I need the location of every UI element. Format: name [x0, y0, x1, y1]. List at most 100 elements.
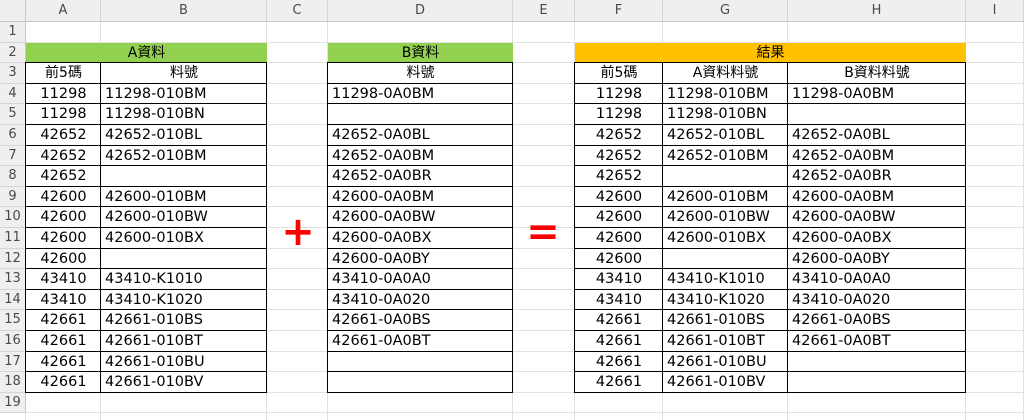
column-header-c[interactable]: C: [267, 0, 328, 22]
row-header-19[interactable]: 19: [0, 392, 26, 414]
tableResult-data-cell[interactable]: 43410: [575, 269, 663, 290]
tableResult-data-cell[interactable]: 42652-0A0BL: [788, 125, 966, 146]
tableResult-data-cell[interactable]: 42661-0A0BS: [788, 310, 966, 331]
tableResult-data-cell[interactable]: 42661-010BV: [663, 372, 788, 393]
column-header-e[interactable]: E: [513, 0, 575, 22]
tableB-data-cell[interactable]: 42600-0A0BX: [328, 228, 513, 249]
tableA-data-cell[interactable]: 43410-K1010: [101, 269, 267, 290]
tableB-data-cell[interactable]: [328, 352, 513, 373]
tableResult-data-cell[interactable]: [788, 372, 966, 393]
tableResult-data-cell[interactable]: 43410-0A0A0: [788, 269, 966, 290]
tableResult-data-cell[interactable]: [663, 249, 788, 270]
tableA-data-cell[interactable]: 43410-K1020: [101, 290, 267, 311]
row-header-11[interactable]: 11: [0, 228, 26, 249]
tableResult-data-cell[interactable]: 42600: [575, 187, 663, 208]
tableA-data-cell[interactable]: 42652: [26, 125, 101, 146]
column-header-f[interactable]: F: [575, 0, 663, 22]
tableResult-data-cell[interactable]: [788, 352, 966, 373]
tableResult-data-cell[interactable]: [788, 104, 966, 125]
tableB-data-cell[interactable]: 43410-0A0A0: [328, 269, 513, 290]
tableResult-data-cell[interactable]: 42600: [575, 207, 663, 228]
tableA-data-cell[interactable]: 42652-010BM: [101, 146, 267, 167]
tableA-data-cell[interactable]: 42600: [26, 207, 101, 228]
tableResult-data-cell[interactable]: 42600-010BX: [663, 228, 788, 249]
tableResult-data-cell[interactable]: 11298: [575, 104, 663, 125]
tableResult-data-cell[interactable]: 42661: [575, 372, 663, 393]
column-header-d[interactable]: D: [328, 0, 513, 22]
tableResult-data-cell[interactable]: 42661-010BU: [663, 352, 788, 373]
tableResult-data-cell[interactable]: 42652-010BL: [663, 125, 788, 146]
row-header-14[interactable]: 14: [0, 289, 26, 311]
tableResult-data-cell[interactable]: 42600-0A0BX: [788, 228, 966, 249]
tableA-data-cell[interactable]: 42661: [26, 310, 101, 331]
tableB-data-cell[interactable]: 42600-0A0BW: [328, 207, 513, 228]
row-header-12[interactable]: 12: [0, 248, 26, 270]
tableResult-data-cell[interactable]: 42652-0A0BR: [788, 166, 966, 187]
select-all-corner[interactable]: [0, 0, 26, 22]
tableResult-data-cell[interactable]: 11298: [575, 84, 663, 105]
tableB-data-cell[interactable]: 42661-0A0BS: [328, 310, 513, 331]
tableA-data-cell[interactable]: 42661-010BU: [101, 352, 267, 373]
tableResult-data-cell[interactable]: 42652-010BM: [663, 146, 788, 167]
tableResult-data-cell[interactable]: 11298-0A0BM: [788, 84, 966, 105]
spreadsheet-grid[interactable]: A B C D E F G H I 1 2 3 4 5 6 7 8 9 10 11 12 13 14 15 16 17 18 19 A資…: [0, 0, 1024, 420]
row-header-13[interactable]: 13: [0, 269, 26, 290]
tableB-data-cell[interactable]: 42652-0A0BM: [328, 146, 513, 167]
tableResult-data-cell[interactable]: 42652: [575, 166, 663, 187]
row-header-2[interactable]: 2: [0, 42, 26, 64]
tableB-data-cell[interactable]: 42652-0A0BL: [328, 125, 513, 146]
tableA-data-cell[interactable]: 42600-010BX: [101, 228, 267, 249]
tableA-data-cell[interactable]: 11298-010BM: [101, 84, 267, 105]
tableB-data-cell[interactable]: [328, 372, 513, 393]
row-header-6[interactable]: 6: [0, 125, 26, 146]
tableA-data-cell[interactable]: 11298: [26, 84, 101, 105]
tableA-data-cell[interactable]: 42661-010BS: [101, 310, 267, 331]
row-header-1[interactable]: 1: [0, 22, 26, 43]
tableResult-data-cell[interactable]: 43410: [575, 290, 663, 311]
row-header-8[interactable]: 8: [0, 166, 26, 187]
tableResult-data-cell[interactable]: 42661-010BS: [663, 310, 788, 331]
tableA-data-cell[interactable]: 42600-010BW: [101, 207, 267, 228]
tableA-data-cell[interactable]: 11298: [26, 104, 101, 125]
row-header-15[interactable]: 15: [0, 310, 26, 331]
tableA-data-cell[interactable]: 42652: [26, 166, 101, 187]
tableB-data-cell[interactable]: 42652-0A0BR: [328, 166, 513, 187]
tableA-data-cell[interactable]: 43410: [26, 269, 101, 290]
row-header-16[interactable]: 16: [0, 331, 26, 352]
tableResult-data-cell[interactable]: 11298-010BN: [663, 104, 788, 125]
tableA-data-cell[interactable]: 42652: [26, 146, 101, 167]
tableA-data-cell[interactable]: 43410: [26, 290, 101, 311]
tableB-data-cell[interactable]: 42661-0A0BT: [328, 331, 513, 352]
row-header-7[interactable]: 7: [0, 145, 26, 167]
tableA-data-cell[interactable]: 42600-010BM: [101, 187, 267, 208]
tableResult-data-cell[interactable]: 42661: [575, 352, 663, 373]
column-header-b[interactable]: B: [101, 0, 267, 22]
column-header-a[interactable]: A: [26, 0, 101, 22]
tableA-data-cell[interactable]: 42652-010BL: [101, 125, 267, 146]
tableResult-data-cell[interactable]: 42600-010BM: [663, 187, 788, 208]
tableB-data-cell[interactable]: 42600-0A0BM: [328, 187, 513, 208]
tableA-data-cell[interactable]: 42661: [26, 331, 101, 352]
tableResult-data-cell[interactable]: 43410-K1010: [663, 269, 788, 290]
tableResult-data-cell[interactable]: 42652: [575, 146, 663, 167]
tableB-data-cell[interactable]: 43410-0A020: [328, 290, 513, 311]
tableResult-data-cell[interactable]: 42600-0A0BY: [788, 249, 966, 270]
tableResult-data-cell[interactable]: [663, 166, 788, 187]
row-header-17[interactable]: 17: [0, 351, 26, 373]
tableResult-data-cell[interactable]: 42600-010BW: [663, 207, 788, 228]
tableResult-data-cell[interactable]: 42600-0A0BM: [788, 187, 966, 208]
tableA-data-cell[interactable]: 42600: [26, 187, 101, 208]
row-header-4[interactable]: 4: [0, 83, 26, 105]
tableA-data-cell[interactable]: 42600: [26, 249, 101, 270]
row-header-9[interactable]: 9: [0, 186, 26, 208]
row-header-3[interactable]: 3: [0, 63, 26, 84]
tableResult-data-cell[interactable]: 42652: [575, 125, 663, 146]
column-header-h[interactable]: H: [788, 0, 966, 22]
tableB-data-cell[interactable]: [328, 104, 513, 125]
tableResult-data-cell[interactable]: 42600: [575, 249, 663, 270]
tableB-data-cell[interactable]: 11298-0A0BM: [328, 84, 513, 105]
tableResult-data-cell[interactable]: 42661: [575, 310, 663, 331]
tableResult-data-cell[interactable]: 42600-0A0BW: [788, 207, 966, 228]
tableResult-data-cell[interactable]: 11298-010BM: [663, 84, 788, 105]
tableResult-data-cell[interactable]: 43410-0A020: [788, 290, 966, 311]
